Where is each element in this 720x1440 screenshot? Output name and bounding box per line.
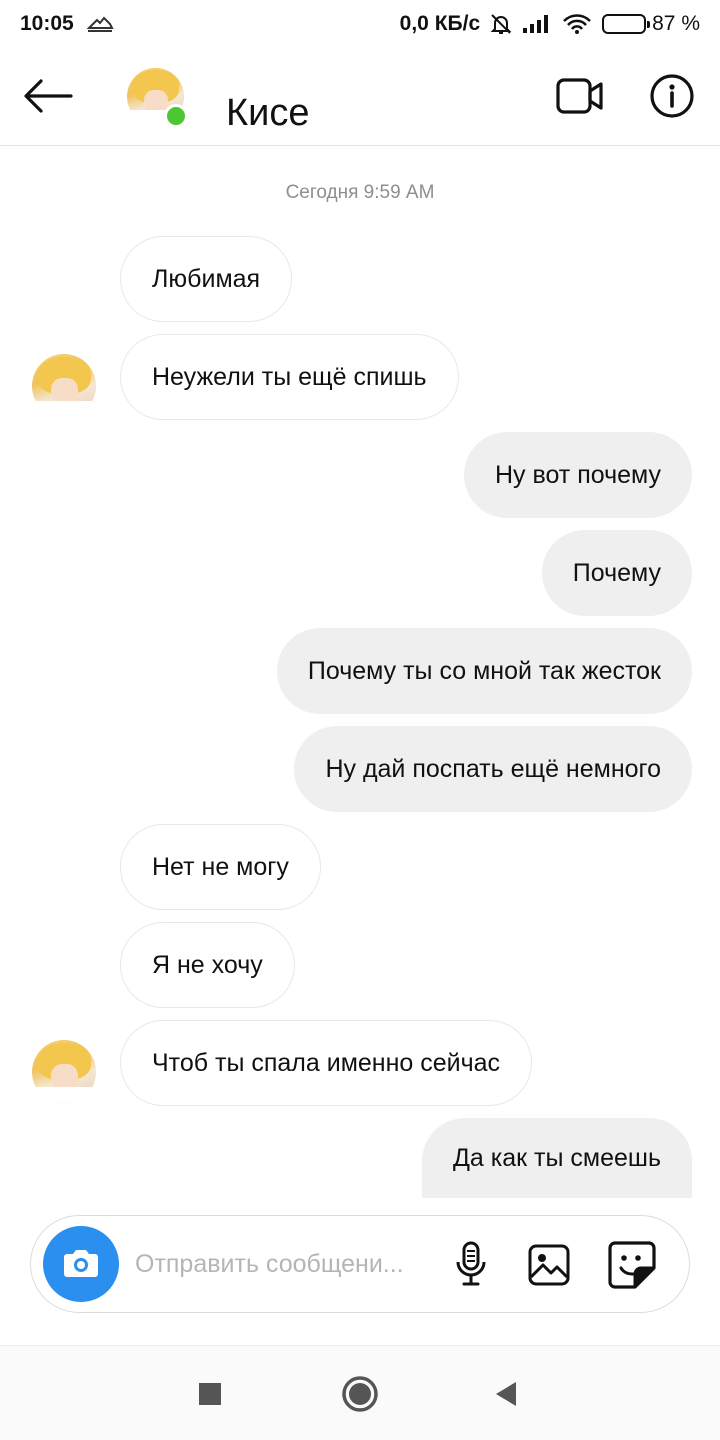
voice-message-button[interactable]	[449, 1238, 493, 1290]
sender-avatar[interactable]	[32, 1040, 96, 1104]
battery-icon: 87 %	[602, 12, 700, 36]
video-call-icon	[556, 78, 603, 114]
battery-percent: 87 %	[652, 12, 700, 35]
wifi-icon	[562, 13, 592, 35]
gallery-icon	[528, 1244, 570, 1286]
sticker-button[interactable]	[605, 1238, 659, 1292]
camera-button[interactable]	[43, 1226, 119, 1302]
net-speed: 0,0 КБ/с	[399, 12, 481, 35]
home-circle-icon	[342, 1376, 378, 1412]
microphone-icon	[456, 1241, 486, 1286]
chat-header: Кисе	[0, 48, 720, 146]
back-button[interactable]	[18, 70, 78, 122]
message-bubble-incoming[interactable]: Чтоб ты спала именно сейчас	[120, 1020, 533, 1106]
sender-avatar[interactable]	[32, 354, 96, 418]
gallery-button[interactable]	[524, 1240, 574, 1290]
nav-back-button[interactable]	[482, 1370, 530, 1418]
message-bubble-outgoing[interactable]: Ну дай поспать ещё немного	[294, 726, 692, 812]
video-call-button[interactable]	[552, 70, 608, 122]
status-right: 0,0 КБ/с 87 %	[400, 12, 700, 36]
signal-icon	[522, 14, 552, 34]
message-composer	[30, 1215, 690, 1313]
message-bubble-outgoing[interactable]: Ну вот почему	[463, 432, 692, 518]
back-arrow-icon	[24, 79, 73, 113]
sticker-icon	[608, 1241, 656, 1289]
contact-name[interactable]: Кисе	[226, 92, 310, 135]
recents-square-icon	[199, 1383, 221, 1405]
message-bubble-incoming[interactable]: Я не хочу	[120, 922, 295, 1008]
system-nav-bar	[0, 1345, 720, 1440]
online-status-dot	[164, 104, 188, 128]
bell-off-icon	[490, 13, 512, 35]
message-bubble-outgoing[interactable]: Да как ты смеешь	[422, 1118, 692, 1198]
message-bubble-outgoing[interactable]: Почему	[541, 530, 692, 616]
activity-icon	[86, 14, 114, 34]
status-bar: 10:05 0,0 КБ/с 87 %	[0, 0, 720, 48]
message-bubble-outgoing[interactable]: Почему ты со мной так жесток	[276, 628, 692, 714]
message-bubble-incoming[interactable]: Любимая	[120, 236, 293, 322]
message-input[interactable]	[135, 1244, 435, 1284]
message-bubble-incoming[interactable]: Нет не могу	[120, 824, 321, 910]
status-time: 10:05	[20, 12, 74, 35]
camera-icon	[64, 1250, 98, 1277]
back-triangle-icon	[496, 1382, 516, 1406]
chat-timestamp: Сегодня 9:59 AM	[285, 182, 435, 203]
info-icon	[650, 74, 694, 118]
home-button[interactable]	[336, 1370, 384, 1418]
recents-button[interactable]	[186, 1370, 234, 1418]
message-bubble-incoming[interactable]: Неужели ты ещё спишь	[120, 334, 459, 420]
info-button[interactable]	[646, 70, 698, 122]
